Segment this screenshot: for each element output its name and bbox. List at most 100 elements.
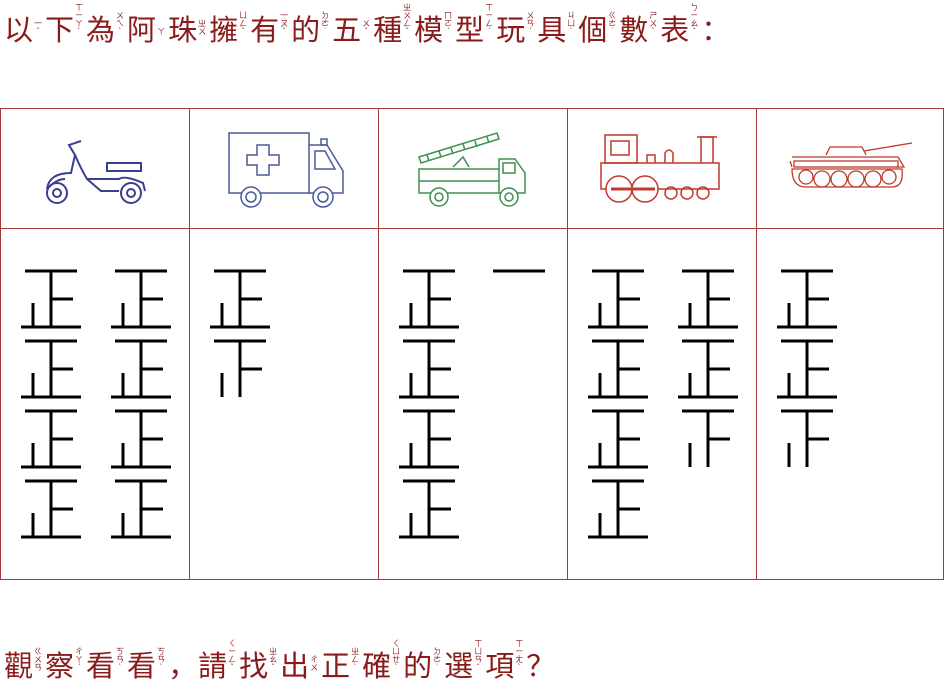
sentence-char: 種 [373,13,404,47]
sentence-char: 珠 [168,13,199,47]
bopomofo-annotation: ㄒㄩㄢˇ [474,640,483,672]
tally-glyph [21,339,81,399]
tally-glyph [399,269,459,329]
bopomofo-symbol: ˊ [446,27,452,36]
bopomofo-symbol: ˇ [364,27,370,36]
sentence-char: 五 [332,13,363,47]
tally-glyph [777,339,837,399]
bopomofo-annotation: ㄍㄜ ˙ [608,12,617,36]
bopomofo-annotation: ㄨㄟˋ [116,12,125,36]
sentence-char: 下 [45,13,76,47]
bopomofo-annotation: 一ㄡˇ [280,12,289,36]
tally-glyph [21,479,81,539]
bopomofo-symbol: ˋ [118,27,124,36]
sentence-char: 察 [45,649,76,683]
bopomofo-symbol: ˙ [610,27,616,36]
bopomofo-annotation: ㄨˇ [362,20,371,36]
sentence-char: 具 [537,13,568,47]
tally-glyph [777,269,837,329]
bopomofo-symbol: ˋ [517,663,523,672]
bopomofo-annotation: ㄚ [157,28,166,36]
prompt-line: 觀ㄍㄨㄢ察ㄔㄚ ˊ 看ㄎㄢ ˋ 看ㄎㄢ ˋ ，請ㄑㄧㄥ ˇ 找ㄓㄠ ˇ 出ㄔㄨ正ㄓㄥ ˋ 確ㄑㄩㄝ ˋ 的ㄉ… [4,640,556,685]
toy-cell-fire-truck [379,109,567,228]
sentence-char: 的 [291,13,322,47]
bopomofo-symbol: ˇ [282,27,288,36]
tally-glyph [399,479,459,539]
bopomofo-annotation: ㄩㄥˇ [239,12,248,36]
bopomofo-symbol: ˋ [159,663,165,672]
bopomofo-annotation: ㄕㄨˋ [649,12,658,36]
tally-glyph [588,479,648,539]
tally-glyph [210,269,270,329]
bopomofo-symbol: ˇ [405,27,411,36]
sentence-char: 數 [619,13,650,47]
sentence-char: 個 [578,13,609,47]
bopomofo-symbol: ㄨ [198,27,208,36]
tally-glyph [399,339,459,399]
sentence-char: 玩 [496,13,527,47]
bopomofo-symbol: ˋ [569,27,575,36]
toy-cell-steam-train [568,109,756,228]
bopomofo-annotation: ㄍㄨㄢ [34,648,43,672]
tally-cell-steam-train [568,229,756,579]
ambulance-icon [228,131,344,208]
bopomofo-annotation: ㄐㄩˋ [567,12,576,36]
tally-cell-scooter [1,229,189,579]
sentence-char: 型 [455,13,486,47]
bopomofo-symbol: ˋ [651,27,657,36]
tally-marks [21,269,171,539]
tally-cell-fire-truck [379,229,567,579]
bopomofo-annotation: ㄅㄧㄠˇ [690,4,699,36]
tally-glyph [678,339,738,399]
sentence-char: 請 [198,649,229,683]
sentence-char: 看 [86,649,117,683]
bopomofo-symbol: ˋ [77,27,83,36]
tally-glyph [111,409,171,469]
bopomofo-annotation: ㄓㄨㄥˇ [403,4,412,36]
bopomofo-symbol: ㄚ [157,27,167,36]
sentence-char: 確 [362,649,393,683]
tally-marks [588,269,738,539]
tally-marks [399,269,545,539]
bopomofo-annotation: ㄔㄨ [310,656,319,672]
bopomofo-symbol: ㄨ [310,663,320,672]
sentence-char: 出 [280,649,311,683]
bopomofo-symbol: ˇ [692,27,698,36]
sentence-char: 項 [485,649,516,683]
toy-cell-ambulance [190,109,378,228]
tally-glyph [214,339,266,397]
bopomofo-annotation: ㄎㄢˋ [157,648,166,672]
tally-glyph [21,269,81,329]
bopomofo-symbol: ˋ [394,663,400,672]
sentence-char: 正 [321,649,352,683]
tally-glyph [399,409,459,469]
tally-glyph [781,409,833,467]
sentence-char: 有 [250,13,281,47]
toy-cell-tank [757,109,945,228]
sentence-char: 觀 [4,649,35,683]
bopomofo-annotation: ㄒㄧㄥˊ [485,4,494,36]
bopomofo-symbol: ˊ [77,663,83,672]
bopomofo-symbol: ˋ [353,663,359,672]
sentence-char: ？ [526,649,557,683]
bopomofo-symbol: ˇ [271,663,277,672]
tally-glyph [682,409,734,467]
bopomofo-annotation: ㄓㄨ [198,20,207,36]
bopomofo-symbol: ˇ [230,663,236,672]
sentence-char: 的 [403,649,434,683]
sentence-char: 為 [86,13,117,47]
bopomofo-annotation: ㄨㄢˊ [526,12,535,36]
bopomofo-annotation: ㄇㄛˊ [444,12,453,36]
bopomofo-symbol: ˇ [36,27,42,36]
tally-glyph [588,409,648,469]
tally-marks [777,269,837,467]
sentence-char: ： [701,13,732,47]
steam-train-icon [600,133,720,203]
sentence-char: 看 [127,649,158,683]
bopomofo-annotation: ㄉㄜ ˙ [433,648,442,672]
toy-tally-table [0,108,944,580]
fire-truck-icon [418,131,526,207]
bopomofo-symbol: ˋ [118,663,124,672]
bopomofo-symbol: ˙ [323,27,329,36]
bopomofo-symbol: ˇ [476,663,482,672]
